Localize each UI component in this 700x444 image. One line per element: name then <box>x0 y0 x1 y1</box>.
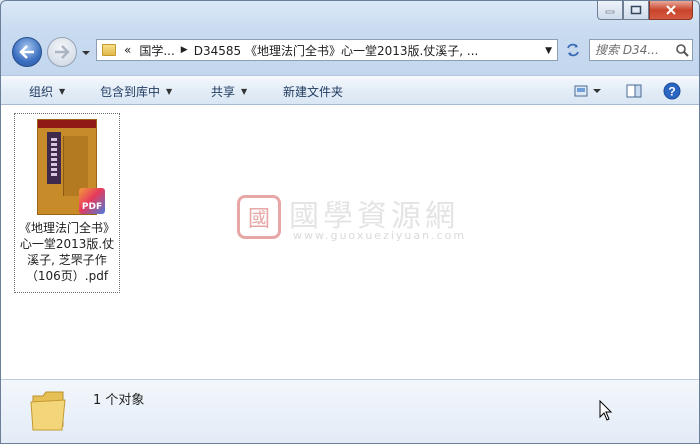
share-menu[interactable]: 共享 ▼ <box>211 82 247 100</box>
refresh-button[interactable] <box>561 39 585 61</box>
maximize-button[interactable] <box>623 1 649 20</box>
svg-text:?: ? <box>668 85 675 99</box>
help-icon: ? <box>663 82 681 100</box>
chevron-down-icon <box>82 51 90 55</box>
share-label: 共享 <box>211 84 236 99</box>
watermark-url: www.guoxueziyuan.com <box>293 229 467 242</box>
new-folder-button[interactable]: 新建文件夹 <box>283 82 343 100</box>
address-dropdown-icon[interactable]: ▼ <box>545 46 552 56</box>
minimize-button[interactable] <box>597 1 623 20</box>
arrow-right-icon <box>55 45 70 59</box>
back-button[interactable] <box>12 37 42 67</box>
chevron-down-icon: ▼ <box>241 86 248 96</box>
file-item[interactable]: PDF 《地理法门全书》心一堂2013版.仗溪子, 芝罘子作（106页）.pdf <box>14 113 120 293</box>
explorer-window: « 国学... ▶ D34585 《地理法门全书》心一堂2013版.仗溪子, .… <box>0 0 700 444</box>
view-options-icon <box>574 85 601 97</box>
address-bar[interactable]: « 国学... ▶ D34585 《地理法门全书》心一堂2013版.仗溪子, .… <box>96 39 558 61</box>
chevron-down-icon: ▼ <box>59 86 66 96</box>
file-list[interactable]: PDF 《地理法门全书》心一堂2013版.仗溪子, 芝罘子作（106页）.pdf… <box>1 105 699 379</box>
include-library-label: 包含到库中 <box>100 84 161 99</box>
preview-pane-button[interactable] <box>623 81 645 101</box>
file-name[interactable]: 《地理法门全书》心一堂2013版.仗溪子, 芝罘子作（106页）.pdf <box>15 220 119 284</box>
command-bar: 组织 ▼ 包含到库中 ▼ 共享 ▼ 新建文件夹 ? <box>1 75 699 105</box>
refresh-icon <box>567 43 579 57</box>
watermark: 國 國學資源網 www.guoxueziyuan.com <box>237 193 497 253</box>
pdf-icon: PDF <box>79 188 105 214</box>
forward-button[interactable] <box>47 37 77 67</box>
organize-menu[interactable]: 组织 ▼ <box>29 82 65 100</box>
minimize-icon <box>605 10 615 14</box>
chevron-down-icon: ▼ <box>166 86 173 96</box>
breadcrumb-overflow[interactable]: « <box>124 43 131 57</box>
recent-pages-dropdown[interactable] <box>81 47 91 57</box>
search-icon[interactable] <box>675 43 689 57</box>
close-icon <box>666 5 676 15</box>
caption-buttons <box>597 1 693 21</box>
watermark-logo: 國 <box>237 195 281 239</box>
mouse-cursor-icon <box>599 400 613 421</box>
breadcrumb-current[interactable]: D34585 《地理法门全书》心一堂2013版.仗溪子, ... <box>194 42 479 59</box>
breadcrumb-item[interactable]: 国学... <box>139 42 174 59</box>
search-input[interactable] <box>590 42 675 58</box>
item-count: 1 个对象 <box>93 393 145 408</box>
details-pane: 1 个对象 <box>1 379 699 443</box>
help-button[interactable]: ? <box>661 81 683 101</box>
new-folder-label: 新建文件夹 <box>283 84 344 99</box>
change-view-button[interactable] <box>571 81 607 101</box>
search-box[interactable] <box>589 39 693 61</box>
preview-pane-icon <box>626 84 642 98</box>
close-button[interactable] <box>649 1 693 20</box>
breadcrumb-separator-icon[interactable]: ▶ <box>181 45 188 55</box>
maximize-icon <box>630 5 642 15</box>
organize-label: 组织 <box>29 84 54 99</box>
include-library-menu[interactable]: 包含到库中 ▼ <box>100 82 172 100</box>
folder-icon <box>30 391 66 431</box>
arrow-left-icon <box>19 45 34 59</box>
folder-icon <box>102 44 116 56</box>
